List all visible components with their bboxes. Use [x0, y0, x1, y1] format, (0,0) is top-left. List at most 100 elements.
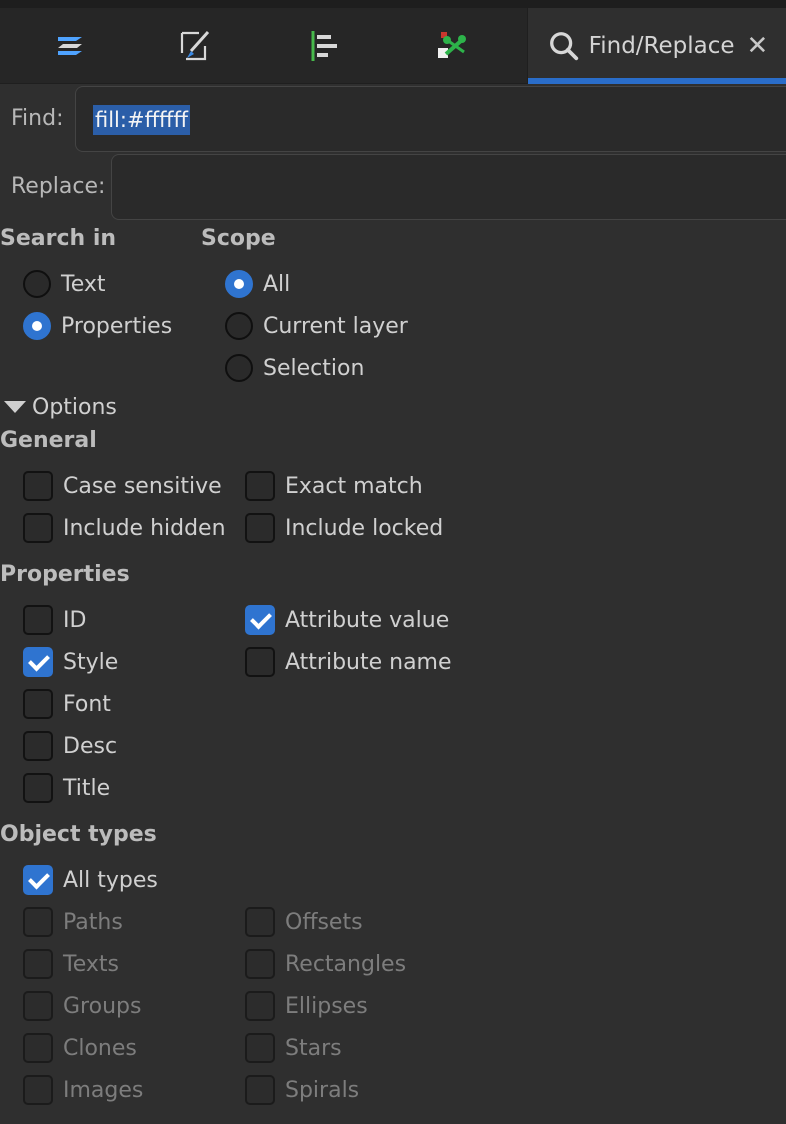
checkbox-label: Include hidden	[63, 515, 226, 541]
check-include-hidden[interactable]: Include hidden	[23, 511, 226, 545]
find-input-value: fill:#ffffff	[93, 105, 190, 135]
checkbox	[245, 949, 275, 979]
check-ellipses: Ellipses	[245, 989, 368, 1023]
checkbox-label: Stars	[285, 1035, 342, 1061]
checkbox	[245, 1033, 275, 1063]
radio-button[interactable]	[225, 312, 253, 340]
checkbox	[23, 1033, 53, 1063]
dock-tab-bar: Find/Replace ✕	[0, 0, 786, 84]
radio-search-text[interactable]: Text	[23, 267, 106, 301]
radio-button[interactable]	[225, 270, 253, 298]
checkbox	[23, 1075, 53, 1105]
checkbox[interactable]	[23, 647, 53, 677]
checkbox[interactable]	[23, 865, 53, 895]
check-spirals: Spirals	[245, 1073, 359, 1107]
checkbox-label: Ellipses	[285, 993, 368, 1019]
scope-title: Scope	[201, 226, 276, 251]
check-id[interactable]: ID	[23, 603, 86, 637]
check-attribute-name[interactable]: Attribute name	[245, 645, 452, 679]
radio-button[interactable]	[225, 354, 253, 382]
checkbox-label: Attribute value	[285, 607, 450, 633]
check-groups: Groups	[23, 989, 141, 1023]
find-input[interactable]: fill:#ffffff	[75, 86, 786, 152]
checkbox-label: All types	[63, 867, 158, 893]
search-in-title: Search in	[0, 226, 117, 251]
check-images: Images	[23, 1073, 143, 1107]
check-texts: Texts	[23, 947, 119, 981]
radio-scope-selection[interactable]: Selection	[225, 351, 364, 385]
options-label: Options	[32, 394, 117, 420]
check-clones: Clones	[23, 1031, 137, 1065]
preferences-tools-icon	[438, 32, 466, 58]
tab-label: Find/Replace	[588, 33, 735, 59]
checkbox[interactable]	[23, 471, 53, 501]
checkbox[interactable]	[245, 471, 275, 501]
checkbox[interactable]	[245, 605, 275, 635]
checkbox	[245, 991, 275, 1021]
tab-fill-stroke[interactable]	[145, 8, 245, 84]
checkbox	[23, 907, 53, 937]
check-font[interactable]: Font	[23, 687, 111, 721]
tab-find-replace[interactable]: Find/Replace ✕	[527, 8, 786, 84]
radio-label: Selection	[263, 355, 365, 381]
radio-scope-current-layer[interactable]: Current layer	[225, 309, 408, 343]
replace-input[interactable]	[111, 154, 786, 220]
tab-layers[interactable]	[20, 8, 120, 84]
checkbox	[23, 991, 53, 1021]
layers-icon	[58, 37, 82, 55]
checkbox-label: Title	[63, 775, 111, 801]
general-title: General	[0, 428, 97, 453]
properties-title: Properties	[0, 562, 130, 587]
checkbox[interactable]	[23, 773, 53, 803]
checkbox-label: Groups	[63, 993, 142, 1019]
checkbox-label: Attribute name	[285, 649, 452, 675]
check-case-sensitive[interactable]: Case sensitive	[23, 469, 222, 503]
checkbox-label: Desc	[63, 733, 118, 759]
checkbox-label: Exact match	[285, 473, 423, 499]
align-distribute-icon	[311, 31, 337, 61]
checkbox	[245, 907, 275, 937]
checkbox-label: Spirals	[285, 1077, 360, 1103]
radio-button[interactable]	[23, 270, 51, 298]
checkbox-label: Images	[63, 1077, 144, 1103]
checkbox-label: Paths	[63, 909, 123, 935]
radio-button[interactable]	[23, 312, 51, 340]
options-expander[interactable]: Options	[4, 392, 117, 422]
checkbox[interactable]	[23, 605, 53, 635]
check-all-types[interactable]: All types	[23, 863, 158, 897]
checkbox[interactable]	[245, 513, 275, 543]
tab-preferences[interactable]	[402, 8, 502, 84]
replace-label: Replace:	[11, 174, 106, 199]
radio-label: Properties	[61, 313, 173, 339]
checkbox[interactable]	[23, 513, 53, 543]
check-attribute-value[interactable]: Attribute value	[245, 603, 449, 637]
checkbox[interactable]	[245, 647, 275, 677]
checkbox-label: Clones	[63, 1035, 137, 1061]
close-icon[interactable]: ✕	[747, 31, 769, 61]
check-exact-match[interactable]: Exact match	[245, 469, 423, 503]
radio-scope-all[interactable]: All	[225, 267, 290, 301]
checkbox-label: Texts	[63, 951, 119, 977]
check-desc[interactable]: Desc	[23, 729, 117, 763]
checkbox-label: ID	[63, 607, 87, 633]
checkbox-label: Case sensitive	[63, 473, 222, 499]
check-stars: Stars	[245, 1031, 342, 1065]
checkbox-label: Include locked	[285, 515, 444, 541]
checkbox[interactable]	[23, 689, 53, 719]
checkbox-label: Style	[63, 649, 119, 675]
check-paths: Paths	[23, 905, 123, 939]
expander-triangle-icon	[4, 401, 26, 413]
tab-align-distribute[interactable]	[274, 8, 374, 84]
search-icon	[549, 32, 578, 61]
checkbox[interactable]	[23, 731, 53, 761]
checkbox-label: Font	[63, 691, 111, 717]
check-rectangles: Rectangles	[245, 947, 406, 981]
radio-label: Current layer	[263, 313, 408, 339]
radio-search-properties[interactable]: Properties	[23, 309, 172, 343]
check-style[interactable]: Style	[23, 645, 118, 679]
checkbox	[245, 1075, 275, 1105]
checkbox-label: Rectangles	[285, 951, 407, 977]
checkbox-label: Offsets	[285, 909, 363, 935]
check-include-locked[interactable]: Include locked	[245, 511, 443, 545]
check-title[interactable]: Title	[23, 771, 110, 805]
